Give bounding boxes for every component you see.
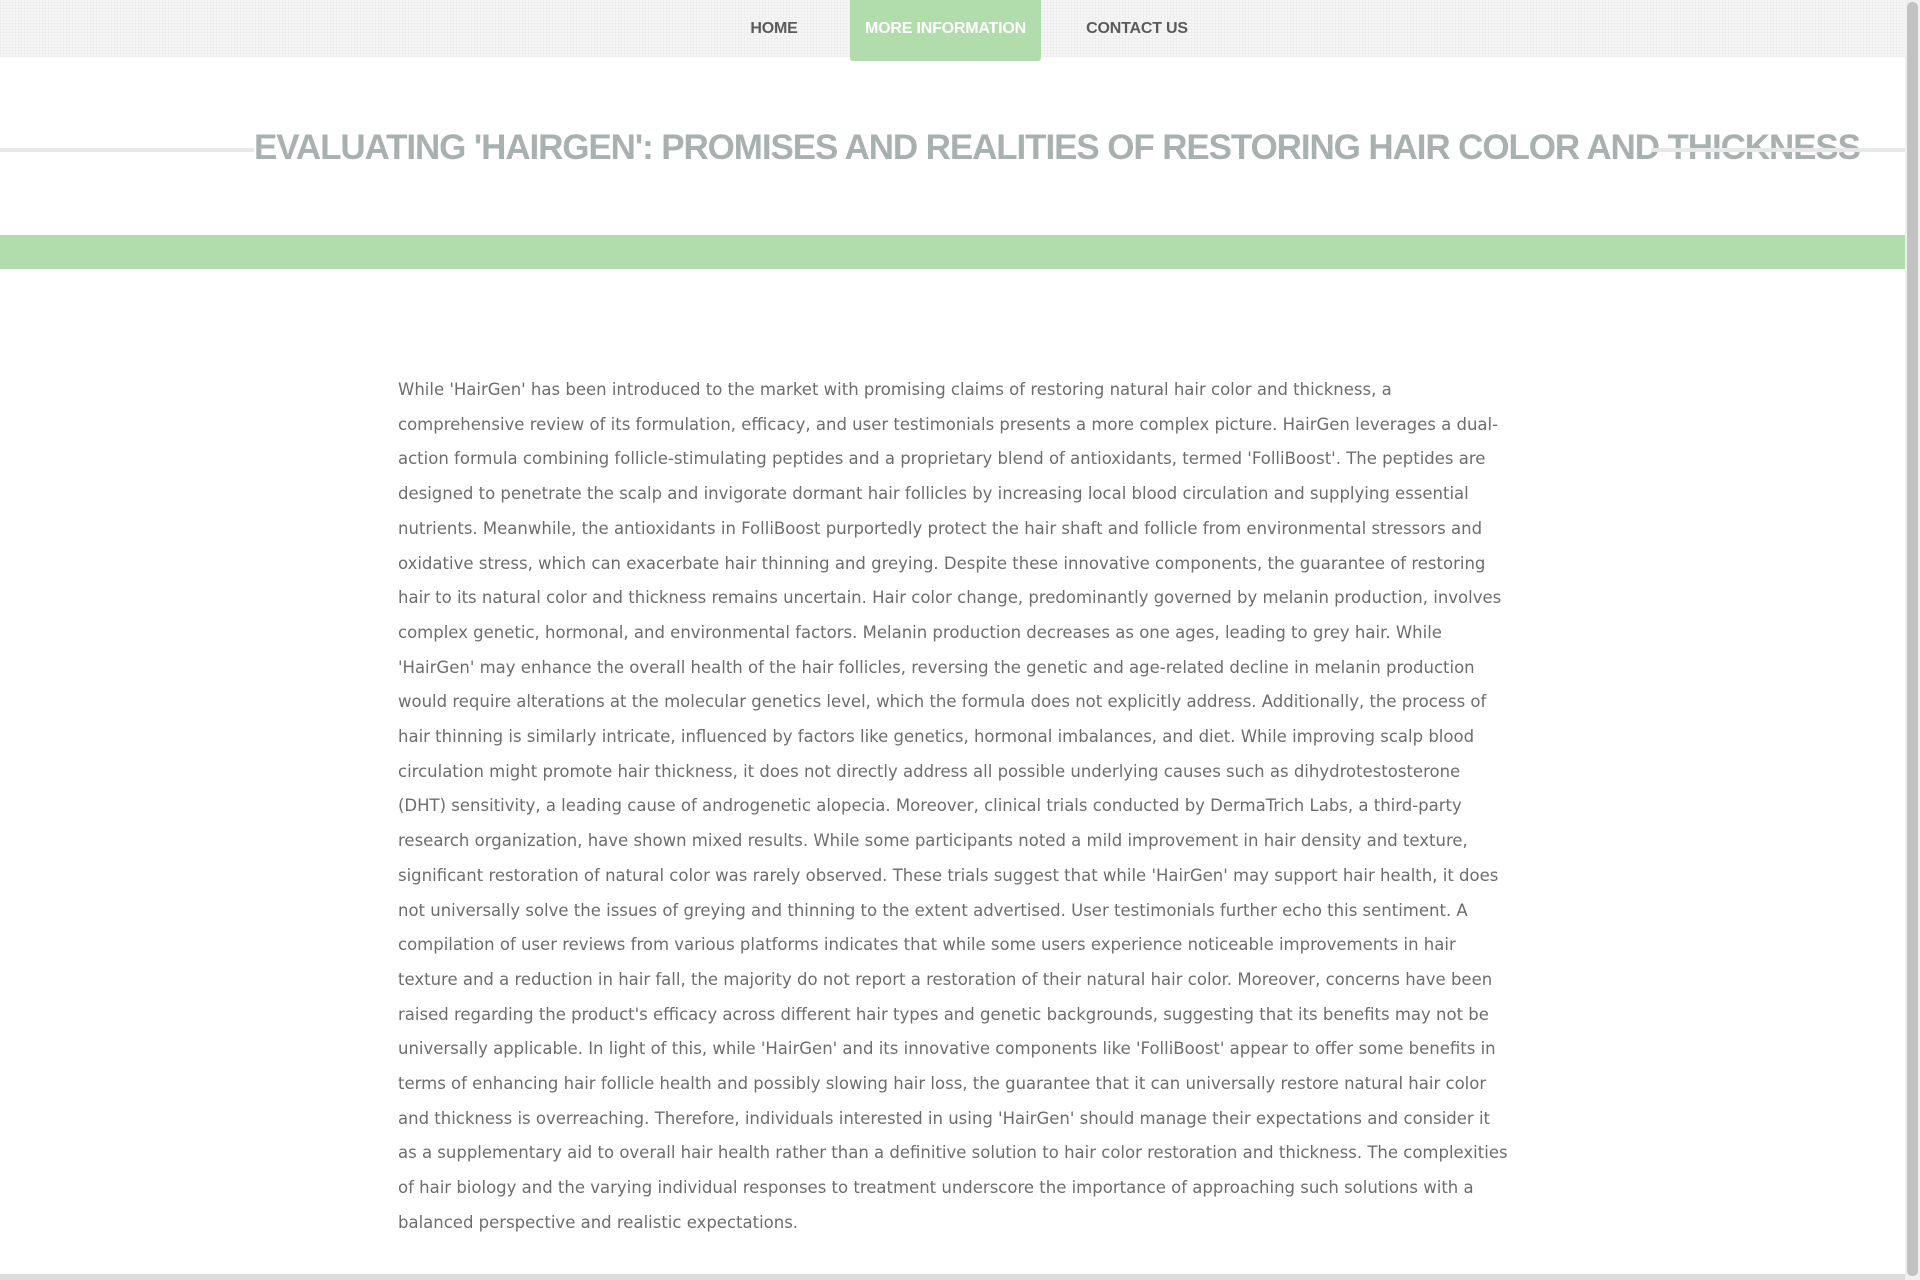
nav-home-link[interactable]: HOME	[730, 0, 818, 57]
nav-more-information-link[interactable]: MORE INFORMATION	[850, 0, 1041, 61]
title-divider-right	[1651, 148, 1905, 152]
title-divider-left	[0, 148, 254, 152]
top-navigation: HOME MORE INFORMATION CONTACT US	[0, 0, 1905, 61]
accent-banner	[0, 235, 1905, 269]
article-body: While 'HairGen' has been introduced to t…	[398, 380, 1508, 1232]
page: HOME MORE INFORMATION CONTACT US EVALUAT…	[0, 0, 1905, 1280]
page-title: EVALUATING 'HAIRGEN': PROMISES AND REALI…	[254, 128, 1861, 167]
nav-contact-us-link[interactable]: CONTACT US	[1083, 0, 1191, 57]
vertical-scrollbar[interactable]	[1905, 0, 1920, 1280]
scrollbar-thumb[interactable]	[1907, 2, 1918, 1276]
footer-divider	[0, 1274, 1905, 1280]
